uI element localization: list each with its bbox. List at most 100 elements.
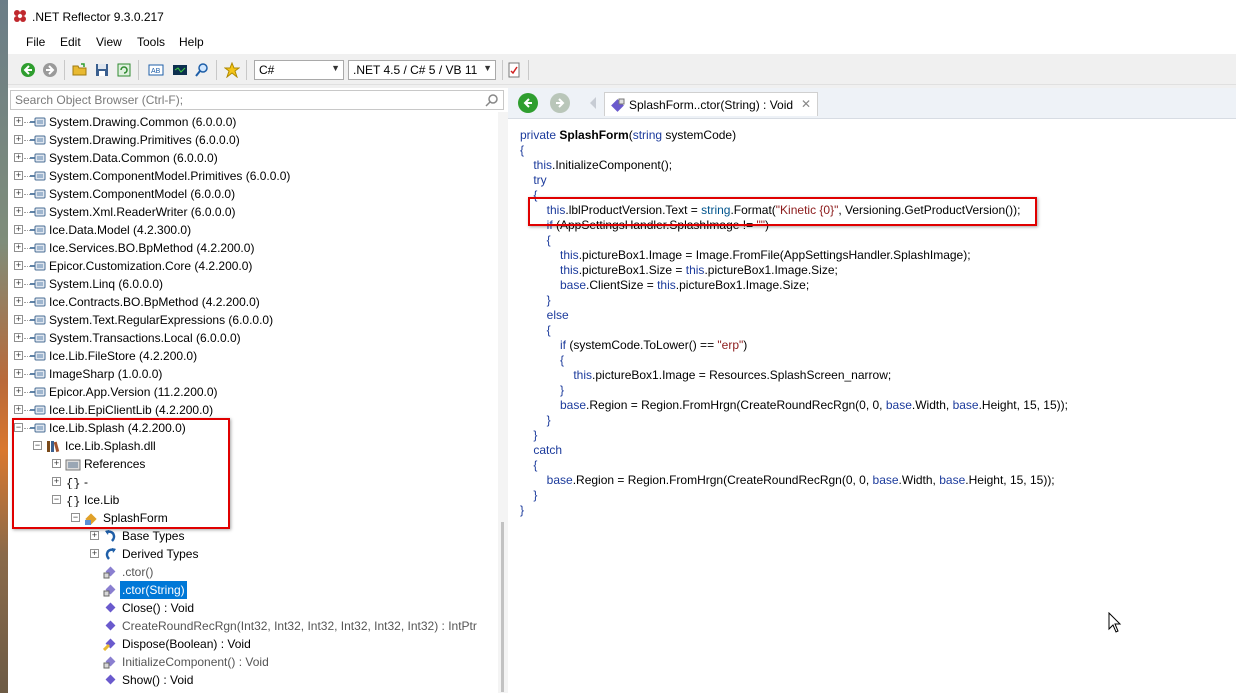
tree-node[interactable]: + Ice.Lib.EpiClientLib (4.2.200.0): [8, 401, 498, 419]
tree-node[interactable]: + Epicor.App.Version (11.2.200.0): [8, 383, 498, 401]
code-line[interactable]: }: [520, 383, 564, 398]
framework-select[interactable]: .NET 4.5 / C# 5 / VB 11 ▼: [348, 60, 496, 80]
menu-tools[interactable]: Tools: [137, 35, 165, 49]
menu-edit[interactable]: Edit: [60, 35, 81, 49]
code-line[interactable]: if (systemCode.ToLower() == "erp"): [520, 338, 747, 353]
disassembler-button[interactable]: [170, 60, 190, 80]
tree-node[interactable]: + Epicor.Customization.Core (4.2.200.0): [8, 257, 498, 275]
language-select-value: C#: [259, 63, 275, 77]
expand-icon[interactable]: +: [14, 351, 23, 360]
expand-icon[interactable]: +: [14, 135, 23, 144]
tree-node[interactable]: .ctor(String): [8, 581, 498, 599]
expand-icon[interactable]: +: [14, 261, 23, 270]
tree-node[interactable]: + Ice.Data.Model (4.2.300.0): [8, 221, 498, 239]
code-line[interactable]: }: [520, 413, 551, 428]
tree-node[interactable]: CreateRoundRecRgn(Int32, Int32, Int32, I…: [8, 617, 498, 635]
open-button[interactable]: [70, 60, 90, 80]
code-line[interactable]: {: [520, 233, 551, 248]
expand-icon[interactable]: +: [14, 387, 23, 396]
code-line[interactable]: }: [520, 428, 537, 443]
code-line[interactable]: }: [520, 488, 537, 503]
expand-icon[interactable]: +: [14, 369, 23, 378]
expand-icon[interactable]: +: [14, 207, 23, 216]
document-tab[interactable]: SplashForm..ctor(String) : Void ✕: [604, 92, 818, 116]
expand-icon[interactable]: +: [14, 297, 23, 306]
tree-node[interactable]: + Base Types: [8, 527, 498, 545]
tree-node[interactable]: + System.Text.RegularExpressions (6.0.0.0…: [8, 311, 498, 329]
tree-node[interactable]: + System.Data.Common (6.0.0.0): [8, 149, 498, 167]
forward-icon: [556, 98, 565, 108]
expand-icon[interactable]: +: [14, 117, 23, 126]
code-line[interactable]: else: [520, 308, 569, 323]
tree-node[interactable]: Close() : Void: [8, 599, 498, 617]
tree-node[interactable]: + Ice.Services.BO.BpMethod (4.2.200.0): [8, 239, 498, 257]
save-button[interactable]: [92, 60, 112, 80]
tree-node[interactable]: + System.ComponentModel (6.0.0.0): [8, 185, 498, 203]
scrollbar-thumb[interactable]: [501, 522, 504, 692]
expand-icon[interactable]: +: [90, 549, 99, 558]
expand-icon[interactable]: +: [14, 153, 23, 162]
tree-scrollbar[interactable]: [498, 112, 508, 693]
bookmark-button[interactable]: [222, 60, 242, 80]
code-line[interactable]: {: [520, 323, 551, 338]
code-line[interactable]: }: [520, 503, 524, 518]
code-line[interactable]: base.ClientSize = this.pictureBox1.Image…: [520, 278, 809, 293]
forward-button[interactable]: [40, 60, 60, 80]
tree-node[interactable]: + System.Drawing.Common (6.0.0.0): [8, 113, 498, 131]
tree-node[interactable]: + System.Transactions.Local (6.0.0.0): [8, 329, 498, 347]
tree-node[interactable]: + Ice.Lib.FileStore (4.2.200.0): [8, 347, 498, 365]
document-toolbar: SplashForm..ctor(String) : Void ✕: [508, 88, 1236, 119]
menu-view[interactable]: View: [96, 35, 122, 49]
back-button[interactable]: [18, 60, 38, 80]
code-token: {: [520, 233, 551, 247]
code-line[interactable]: this.InitializeComponent();: [520, 158, 672, 173]
tree-node[interactable]: Show() : Void: [8, 671, 498, 689]
menu-help[interactable]: Help: [179, 35, 204, 49]
close-icon[interactable]: ✕: [801, 97, 811, 111]
search-button[interactable]: [192, 60, 212, 80]
tree-node[interactable]: + System.Xml.ReaderWriter (6.0.0.0): [8, 203, 498, 221]
tree-node[interactable]: + System.Drawing.Primitives (6.0.0.0): [8, 131, 498, 149]
doc-forward-button[interactable]: [550, 93, 570, 113]
expand-icon[interactable]: +: [14, 243, 23, 252]
code-line[interactable]: {: [520, 458, 537, 473]
tree-node[interactable]: + Derived Types: [8, 545, 498, 563]
code-line[interactable]: }: [520, 293, 551, 308]
tree-node[interactable]: + ImageSharp (1.0.0.0): [8, 365, 498, 383]
tree-node[interactable]: Dispose(Boolean) : Void: [8, 635, 498, 653]
tree-node[interactable]: + System.Linq (6.0.0.0): [8, 275, 498, 293]
tree-node[interactable]: .ctor(): [8, 563, 498, 581]
language-select[interactable]: C# ▼: [254, 60, 344, 80]
code-line[interactable]: catch: [520, 443, 562, 458]
expand-icon[interactable]: +: [14, 315, 23, 324]
code-line[interactable]: base.Region = Region.FromHrgn(CreateRoun…: [520, 473, 1055, 488]
code-line[interactable]: {: [520, 143, 524, 158]
tree-node[interactable]: InitializeComponent() : Void: [8, 653, 498, 671]
tree-node[interactable]: + Ice.Contracts.BO.BpMethod (4.2.200.0): [8, 293, 498, 311]
doc-back-button[interactable]: [518, 93, 538, 113]
expand-icon[interactable]: +: [14, 171, 23, 180]
search-input[interactable]: Search Object Browser (Ctrl-F);: [10, 90, 504, 110]
expand-icon[interactable]: +: [14, 333, 23, 342]
expand-icon[interactable]: +: [90, 531, 99, 540]
expand-icon[interactable]: +: [14, 279, 23, 288]
code-line[interactable]: private SplashForm(string systemCode): [520, 128, 736, 143]
code-line[interactable]: {: [520, 353, 564, 368]
menu-file[interactable]: File: [26, 35, 45, 49]
expand-icon[interactable]: +: [14, 405, 23, 414]
code-token: catch: [520, 443, 563, 457]
assembly-icon: [30, 403, 46, 417]
refresh-button[interactable]: [114, 60, 134, 80]
expand-icon[interactable]: +: [14, 189, 23, 198]
expand-icon[interactable]: +: [14, 225, 23, 234]
report-button[interactable]: [504, 60, 524, 80]
code-line[interactable]: this.pictureBox1.Image = Image.FromFile(…: [520, 248, 971, 263]
analyzer-button[interactable]: AB: [146, 60, 166, 80]
code-line[interactable]: base.Region = Region.FromHrgn(CreateRoun…: [520, 398, 1068, 413]
code-line[interactable]: this.pictureBox1.Image = Resources.Splas…: [520, 368, 891, 383]
tree-node[interactable]: + System.ComponentModel.Primitives (6.0.0…: [8, 167, 498, 185]
code-token: base: [520, 278, 587, 292]
code-line[interactable]: try: [520, 173, 546, 188]
code-line[interactable]: this.pictureBox1.Size = this.pictureBox1…: [520, 263, 838, 278]
history-arrow-icon[interactable]: [588, 96, 598, 110]
